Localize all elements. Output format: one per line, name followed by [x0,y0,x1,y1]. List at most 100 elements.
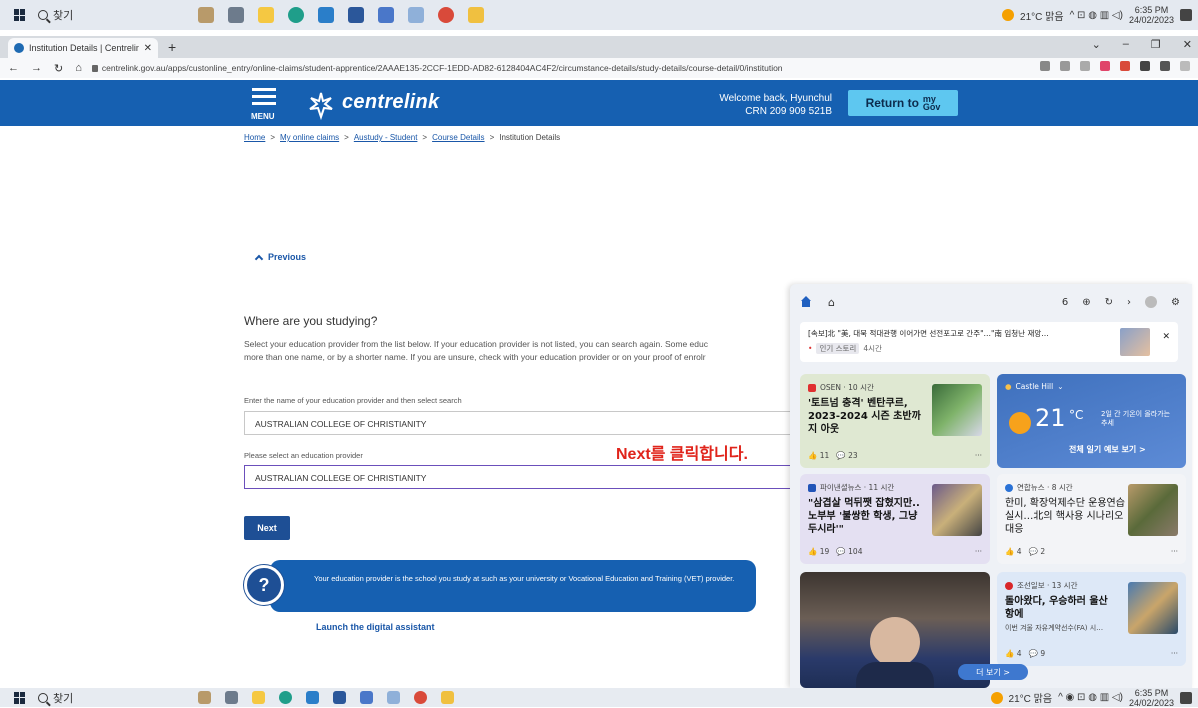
breaking-news-alert[interactable]: [속보]北 "美, 대북 적대관행 이어가면 선전포고로 간주"…"南 임청난 … [800,322,1178,362]
address-bar: ← → ↻ ⌂ centrelink.gov.au/apps/custonlin… [0,58,1198,78]
app-icon-pen[interactable] [408,7,424,23]
weather-unit: °C [1069,408,1084,422]
weather-icon[interactable] [990,691,1003,704]
breadcrumb-austudy[interactable]: Austudy - Student [354,133,418,142]
select-field-label: Please select an education provider [244,451,363,460]
store-icon[interactable] [318,7,334,23]
return-to-mygov-button[interactable]: Return to my Gov [848,90,958,116]
word-icon[interactable] [333,691,346,704]
notification-icon[interactable] [1180,9,1192,21]
star-icon[interactable] [1080,61,1090,71]
app-icon-blue[interactable] [378,7,394,23]
provider-search-input[interactable]: AUSTRALIAN COLLEGE OF CHRISTIANITY [244,411,804,435]
close-alert-icon[interactable]: ✕ [1162,332,1170,342]
file-explorer-icon[interactable] [258,7,274,23]
app-icon-smile[interactable] [468,7,484,23]
taskbar-search[interactable]: 찾기 [38,690,158,706]
app-icon-pen[interactable] [387,691,400,704]
more-options-icon[interactable]: ··· [1171,649,1178,658]
chrome-icon[interactable] [438,7,454,23]
source-logo-icon [1005,483,1013,492]
app-icon-smile[interactable] [441,691,454,704]
minimize-icon[interactable]: – [1123,38,1129,51]
news-card-3[interactable]: 연합뉴스 · 8 시간 한미, 확장억제수단 운용연습 실시…北의 핵사용 시나… [997,474,1186,564]
card-title: 돌아왔다, 우승하러 울산항에 [1005,596,1108,620]
centrelink-logo-icon [309,92,333,120]
weather-icon[interactable] [1002,9,1015,21]
url-field[interactable]: centrelink.gov.au/apps/custonline_entry/… [91,63,872,73]
tray-weather-text[interactable]: 21°C 맑음 [1020,8,1064,23]
back-icon[interactable]: ← [8,62,19,75]
task-view-icon[interactable] [228,7,244,23]
weather-sun-icon: ● [1005,382,1012,391]
close-window-icon[interactable]: ✕ [1183,38,1192,51]
widget-home-icon[interactable] [800,296,812,308]
taskbar-top: 찾기 21°C 맑음 ^ ⊡ ◍ ▥ ◁) 6:35 PM 24/02/2023 [0,0,1198,30]
sidebar-icon[interactable] [1160,61,1170,71]
word-icon[interactable] [348,7,364,23]
new-tab-icon[interactable]: + [168,39,176,55]
windows-start-icon[interactable] [14,9,26,21]
card-title: '토트넘 충격' 벤탄쿠르, 2023-2024 시즌 초반까지 아웃 [808,398,921,435]
news-card-1[interactable]: OSEN · 10 시간 '토트넘 충격' 벤탄쿠르, 2023-2024 시즌… [800,374,990,468]
app-icon-palace[interactable] [198,7,214,23]
tray-clock[interactable]: 6:35 PM 24/02/2023 [1129,688,1174,708]
widget-forward-icon[interactable]: › [1127,297,1131,308]
notification-icon[interactable] [1180,691,1192,704]
home-icon[interactable]: ⌂ [75,62,82,75]
windows-start-icon[interactable] [14,691,26,704]
widget-rewards-icon[interactable]: ⊕ [1082,297,1090,308]
more-options-icon[interactable]: ··· [975,547,982,556]
forward-icon[interactable]: → [31,62,42,75]
weather-card[interactable]: ● Castle Hill ⌄ 21 °C 2일 간 기온이 올라가는 추세 전체 … [997,374,1186,468]
edge-icon[interactable] [288,7,304,23]
breadcrumb-course-details[interactable]: Course Details [432,133,484,142]
more-options-icon[interactable]: ··· [975,451,982,460]
tab-list-icon[interactable]: ⌄ [1092,38,1101,51]
extension-icon-red[interactable] [1120,61,1130,71]
profile-icon[interactable] [1180,61,1190,71]
more-options-icon[interactable]: ··· [1171,547,1178,556]
tray-icons[interactable]: ^ ◉ ⊡ ◍ ▥ ◁) [1058,692,1123,703]
widget-gallery-icon[interactable]: ⌂ [828,296,835,309]
close-tab-icon[interactable]: ✕ [144,43,152,54]
share-icon[interactable] [1060,61,1070,71]
forecast-link[interactable]: 전체 일기 예보 보기 > [1069,444,1146,455]
widget-refresh-icon[interactable]: ↻ [1105,297,1113,308]
news-card-4[interactable]: 조선일보 · 13 시간 돌아왔다, 우승하러 울산항에 이번 겨울 자유계약선… [997,572,1186,666]
widget-toolbar: ⌂ 6 ⊕ ↻ › ⚙ [800,292,1180,312]
reload-icon[interactable]: ↻ [54,62,63,75]
breadcrumb-home[interactable]: Home [244,133,265,142]
widget-settings-icon[interactable]: ⚙ [1171,297,1180,308]
brand-name[interactable]: centrelink [342,91,439,114]
see-more-button[interactable]: 더 보기 > [958,664,1028,680]
file-explorer-icon[interactable] [252,691,265,704]
browser-tab[interactable]: Institution Details | Centrelink O ✕ [8,38,158,58]
tab-bar: Institution Details | Centrelink O ✕ + ⌄… [0,36,1198,58]
breadcrumb-online-claims[interactable]: My online claims [280,133,339,142]
news-card-2[interactable]: 파이낸셜뉴스 · 11 시간 "삼겹살 먹뒤쨋 잡혔지만..노부부 '불쌍한 학… [800,474,990,564]
tray-icons[interactable]: ^ ⊡ ◍ ▥ ◁) [1070,10,1123,21]
chrome-icon[interactable] [414,691,427,704]
widget-avatar[interactable] [1145,296,1158,308]
lock-icon[interactable] [91,64,98,72]
card-photo-suit [856,662,934,688]
tray-clock[interactable]: 6:35 PM 24/02/2023 [1129,5,1174,25]
app-icon-palace[interactable] [198,691,211,704]
restore-icon[interactable]: ❐ [1151,38,1161,51]
next-button[interactable]: Next [244,516,290,540]
taskbar-search[interactable]: 찾기 [38,7,158,23]
task-view-icon[interactable] [225,691,238,704]
extensions-puzzle-icon[interactable] [1140,61,1150,71]
previous-link[interactable]: Previous [254,252,306,263]
edge-icon[interactable] [279,691,292,704]
extension-icon-pink[interactable] [1100,61,1110,71]
provider-select[interactable]: AUSTRALIAN COLLEGE OF CHRISTIANITY [244,465,804,489]
news-widget-panel: ⌂ 6 ⊕ ↻ › ⚙ [속보]北 "美, 대북 적대관행 이어가면 선전포고로… [790,284,1192,688]
translate-icon[interactable] [1040,61,1050,71]
card-image [932,384,982,436]
tray-weather-text[interactable]: 21°C 맑음 [1009,690,1053,705]
app-icon-blue[interactable] [360,691,373,704]
store-icon[interactable] [306,691,319,704]
launch-assistant-link[interactable]: Launch the digital assistant [316,622,435,632]
